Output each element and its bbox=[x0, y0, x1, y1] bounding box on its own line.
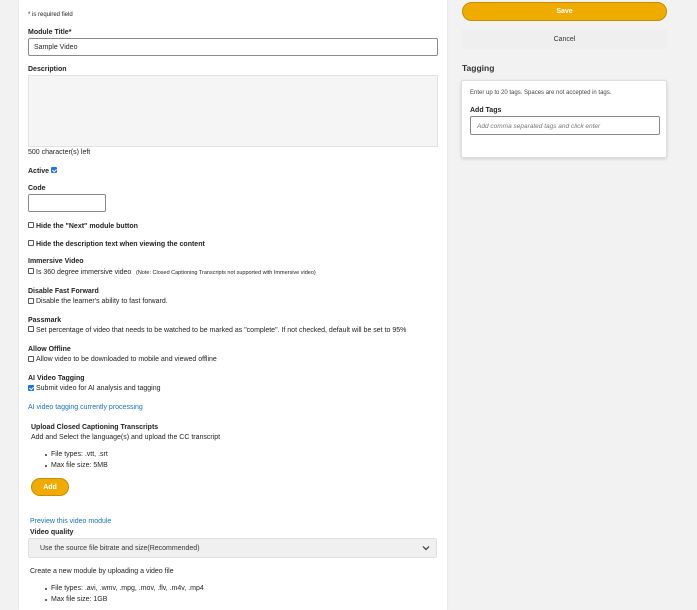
passmark-label: Set percentage of video that needs to be… bbox=[36, 327, 407, 334]
immersive-label: Is 360 degree immersive video bbox=[36, 269, 132, 276]
fastforward-heading: Disable Fast Forward bbox=[28, 288, 99, 295]
offline-label: Allow video to be downloaded to mobile a… bbox=[36, 356, 217, 363]
cc-heading: Upload Closed Captioning Transcripts bbox=[31, 424, 159, 431]
code-label: Code bbox=[28, 185, 46, 192]
hide-desc-checkbox[interactable] bbox=[28, 240, 34, 246]
bullet-icon bbox=[45, 454, 47, 456]
cancel-button[interactable]: Cancel bbox=[462, 30, 667, 49]
description-textarea[interactable] bbox=[28, 75, 438, 147]
ai-tagging-heading: AI Video Tagging bbox=[28, 375, 85, 382]
preview-link[interactable]: Preview this video module bbox=[30, 518, 111, 525]
passmark-checkbox[interactable] bbox=[28, 326, 34, 332]
fastforward-checkbox[interactable] bbox=[28, 298, 34, 304]
cc-filetypes: File types: .vtt, .srt bbox=[51, 451, 108, 458]
tags-placeholder: Add comma separated tags and click enter bbox=[477, 123, 601, 130]
required-note: * is required field bbox=[28, 12, 73, 18]
code-input[interactable] bbox=[28, 194, 106, 212]
video-maxsize: Max file size: 1GB bbox=[51, 596, 108, 603]
video-quality-select[interactable]: Use the source file bitrate and size(Rec… bbox=[28, 538, 437, 558]
description-label: Description bbox=[28, 66, 67, 73]
ai-tagging-label: Submit video for AI analysis and tagging bbox=[36, 385, 161, 392]
bullet-icon bbox=[45, 588, 47, 590]
upload-description: Create a new module by uploading a video… bbox=[30, 568, 174, 575]
add-cc-button[interactable]: Add bbox=[31, 478, 69, 496]
module-title-value: Sample Video bbox=[34, 44, 78, 51]
tags-input[interactable]: Add comma separated tags and click enter bbox=[470, 116, 660, 135]
tagging-heading: Tagging bbox=[462, 63, 495, 73]
hide-next-checkbox[interactable] bbox=[28, 222, 34, 228]
immersive-heading: Immersive Video bbox=[28, 258, 84, 265]
fastforward-label: Disable the learner's ability to fast fo… bbox=[36, 298, 168, 305]
video-quality-label: Video quality bbox=[30, 529, 74, 536]
video-filetypes: File types: .avi, .wmv, .mpg, .mov, .flv… bbox=[51, 585, 204, 592]
save-button[interactable]: Save bbox=[462, 2, 667, 21]
cc-maxsize: Max file size: 5MB bbox=[51, 462, 108, 469]
active-label: Active bbox=[28, 168, 50, 175]
tagging-hint: Enter up to 20 tags. Spaces are not acce… bbox=[470, 90, 612, 96]
add-tags-label: Add Tags bbox=[470, 107, 502, 114]
module-title-label: Module Title* bbox=[28, 29, 72, 36]
video-quality-value: Use the source file bitrate and size(Rec… bbox=[40, 545, 200, 552]
immersive-note: (Note: Closed Captioning Transcripts not… bbox=[136, 270, 316, 276]
bullet-icon bbox=[45, 465, 47, 467]
passmark-heading: Passmark bbox=[28, 317, 62, 324]
offline-heading: Allow Offline bbox=[28, 346, 71, 353]
bullet-icon bbox=[45, 599, 47, 601]
chevron-down-icon bbox=[422, 546, 430, 551]
ai-tagging-checkbox[interactable] bbox=[28, 385, 34, 391]
char-left-counter: 500 character(s) left bbox=[28, 149, 91, 156]
immersive-checkbox[interactable] bbox=[28, 268, 34, 274]
active-checkbox[interactable] bbox=[51, 167, 57, 173]
hide-next-label: Hide the "Next" module button bbox=[36, 223, 138, 230]
hide-desc-label: Hide the description text when viewing t… bbox=[36, 241, 205, 248]
module-title-input[interactable]: Sample Video bbox=[28, 38, 438, 56]
offline-checkbox[interactable] bbox=[28, 356, 34, 362]
cc-description: Add and Select the language(s) and uploa… bbox=[31, 434, 221, 441]
ai-processing-status: AI video tagging currently processing bbox=[28, 404, 143, 411]
